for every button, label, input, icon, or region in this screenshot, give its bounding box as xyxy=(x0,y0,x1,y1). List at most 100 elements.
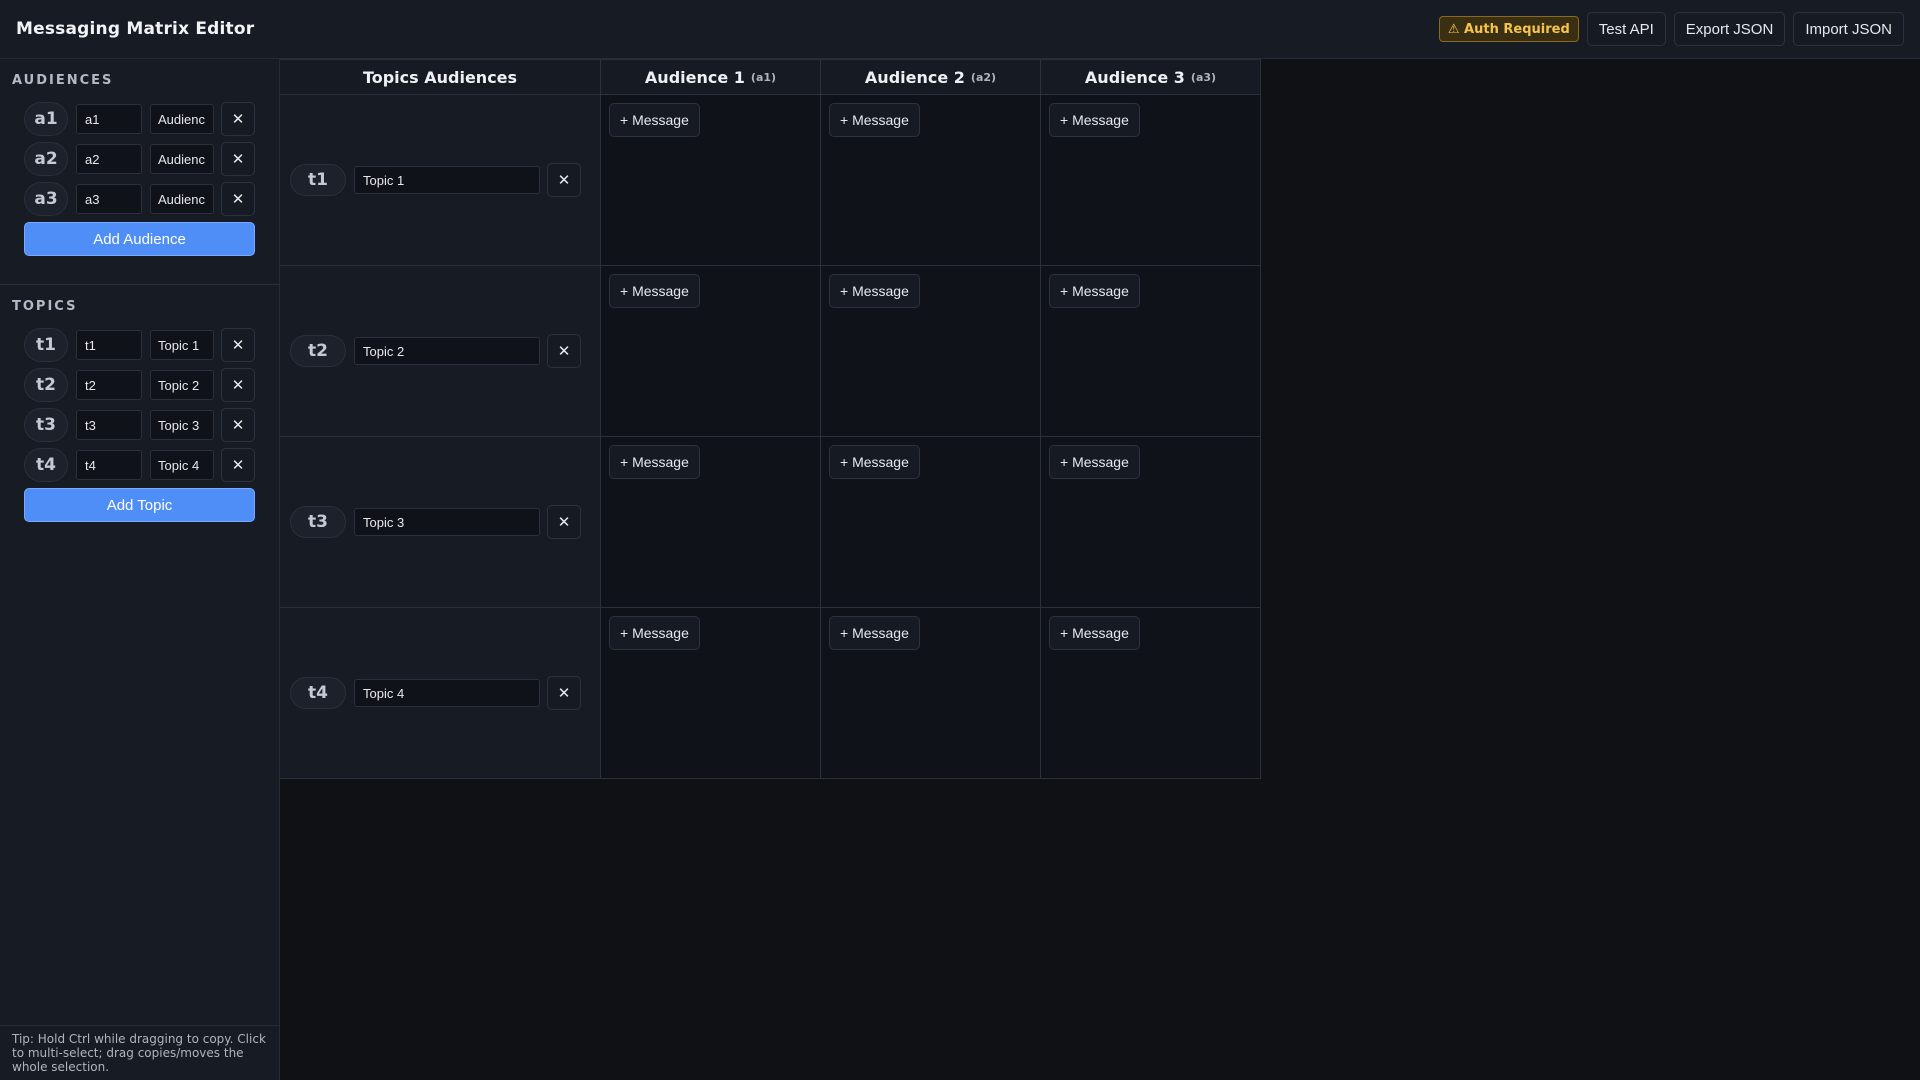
topic-id-input[interactable]: t1 xyxy=(76,330,142,360)
matrix-cell[interactable]: + Message xyxy=(1040,607,1260,778)
topic-chip[interactable]: t1 xyxy=(290,164,346,196)
matrix-cell[interactable]: + Message xyxy=(600,265,820,436)
add-message-button[interactable]: + Message xyxy=(829,103,920,137)
audiences-title: AUDIENCES xyxy=(12,73,114,88)
add-message-button[interactable]: + Message xyxy=(1049,445,1140,479)
remove-topic-button[interactable]: ✕ xyxy=(221,408,255,442)
topic-name-input[interactable]: Topic 1 xyxy=(150,330,214,360)
remove-topic-button[interactable]: ✕ xyxy=(221,328,255,362)
topic-name-input[interactable]: Topic 3 xyxy=(354,508,540,536)
topic-chip[interactable]: t3 xyxy=(290,506,346,538)
remove-topic-button[interactable]: ✕ xyxy=(547,163,581,197)
add-message-button[interactable]: + Message xyxy=(1049,103,1140,137)
topic-id-input[interactable]: t4 xyxy=(76,450,142,480)
audience-name-input[interactable]: Audienc xyxy=(150,144,214,174)
auth-required-badge[interactable]: ⚠ Auth Required xyxy=(1438,16,1579,42)
audience-id-input[interactable]: a3 xyxy=(76,184,142,214)
top-bar: Messaging Matrix Editor ⚠ Auth Required … xyxy=(0,0,1920,59)
add-message-button[interactable]: + Message xyxy=(829,616,920,650)
add-message-button[interactable]: + Message xyxy=(1049,616,1140,650)
topic-name-input[interactable]: Topic 3 xyxy=(150,410,214,440)
remove-audience-button[interactable]: ✕ xyxy=(221,142,255,176)
audience-column-header: Audience 1 (a1) xyxy=(600,59,820,94)
audience-chip[interactable]: a2 xyxy=(24,142,68,176)
topics-section: TOPICS t1 t1 Topic 1 ✕ t2 t2 Topic 2 ✕ t3 t3 Topic… xyxy=(0,285,279,522)
add-message-button[interactable]: + Message xyxy=(609,445,700,479)
topic-chip[interactable]: t1 xyxy=(24,328,68,362)
topic-row: t2 t2 Topic 2 ✕ xyxy=(12,368,267,402)
topic-chip[interactable]: t2 xyxy=(24,368,68,402)
topic-name-input[interactable]: Topic 2 xyxy=(354,337,540,365)
remove-topic-button[interactable]: ✕ xyxy=(221,368,255,402)
topic-chip[interactable]: t2 xyxy=(290,335,346,367)
audience-column-code: (a1) xyxy=(750,70,777,84)
add-message-button[interactable]: + Message xyxy=(829,445,920,479)
audience-name-input[interactable]: Audienc xyxy=(150,104,214,134)
audience-column-code: (a2) xyxy=(970,70,997,84)
matrix-cell[interactable]: + Message xyxy=(600,436,820,607)
export-json-button[interactable]: Export JSON xyxy=(1673,12,1786,46)
app-title: Messaging Matrix Editor xyxy=(16,19,255,39)
topic-chip[interactable]: t4 xyxy=(24,448,68,482)
audience-column-label: Audience 3 xyxy=(1084,67,1185,87)
add-audience-button[interactable]: Add Audience xyxy=(24,222,255,256)
topic-id-input[interactable]: t3 xyxy=(76,410,142,440)
topic-id-input[interactable]: t2 xyxy=(76,370,142,400)
topic-chip[interactable]: t4 xyxy=(290,677,346,709)
remove-topic-button[interactable]: ✕ xyxy=(221,448,255,482)
matrix-grid: Topics Audiences Audience 1 (a1) Audience 2… xyxy=(280,59,1261,779)
top-actions: ⚠ Auth Required Test API Export JSON Imp… xyxy=(1438,12,1904,46)
matrix-cell[interactable]: + Message xyxy=(1040,436,1260,607)
audience-column-header: Audience 2 (a2) xyxy=(820,59,1040,94)
topic-row-header: t1 Topic 1 ✕ xyxy=(280,94,600,265)
matrix-cell[interactable]: + Message xyxy=(820,94,1040,265)
remove-topic-button[interactable]: ✕ xyxy=(547,505,581,539)
audience-chip[interactable]: a3 xyxy=(24,182,68,216)
add-topic-button[interactable]: Add Topic xyxy=(24,488,255,522)
topic-name-input[interactable]: Topic 2 xyxy=(150,370,214,400)
remove-topic-button[interactable]: ✕ xyxy=(547,334,581,368)
add-message-button[interactable]: + Message xyxy=(609,616,700,650)
remove-audience-button[interactable]: ✕ xyxy=(221,182,255,216)
topic-name-input[interactable]: Topic 4 xyxy=(150,450,214,480)
audience-row: a3 a3 Audienc ✕ xyxy=(12,182,267,216)
matrix-cell[interactable]: + Message xyxy=(600,94,820,265)
topic-row: t4 t4 Topic 4 ✕ xyxy=(12,448,267,482)
matrix-cell[interactable]: + Message xyxy=(820,436,1040,607)
remove-topic-button[interactable]: ✕ xyxy=(547,676,581,710)
matrix-area: Topics Audiences Audience 1 (a1) Audience 2… xyxy=(280,59,1261,779)
topic-row-header: t4 Topic 4 ✕ xyxy=(280,607,600,778)
audience-row: a1 a1 Audienc ✕ xyxy=(12,102,267,136)
audience-column-code: (a3) xyxy=(1190,70,1217,84)
topic-name-input[interactable]: Topic 4 xyxy=(354,679,540,707)
audiences-section: AUDIENCES a1 a1 Audienc ✕ a2 a2 Audienc ✕ a3 a3 Au… xyxy=(0,59,279,256)
topic-chip[interactable]: t3 xyxy=(24,408,68,442)
topic-name-input[interactable]: Topic 1 xyxy=(354,166,540,194)
topic-row: t1 t1 Topic 1 ✕ xyxy=(12,328,267,362)
matrix-cell[interactable]: + Message xyxy=(600,607,820,778)
add-message-button[interactable]: + Message xyxy=(829,274,920,308)
audience-chip[interactable]: a1 xyxy=(24,102,68,136)
matrix-corner-header: Topics Audiences xyxy=(280,59,600,94)
matrix-cell[interactable]: + Message xyxy=(820,265,1040,436)
audience-column-label: Audience 1 xyxy=(644,67,745,87)
matrix-cell[interactable]: + Message xyxy=(820,607,1040,778)
add-message-button[interactable]: + Message xyxy=(609,274,700,308)
matrix-cell[interactable]: + Message xyxy=(1040,94,1260,265)
matrix-cell[interactable]: + Message xyxy=(1040,265,1260,436)
add-message-button[interactable]: + Message xyxy=(609,103,700,137)
topic-row: t3 t3 Topic 3 ✕ xyxy=(12,408,267,442)
audience-id-input[interactable]: a2 xyxy=(76,144,142,174)
audience-column-label: Audience 2 xyxy=(864,67,965,87)
import-json-button[interactable]: Import JSON xyxy=(1793,12,1904,46)
remove-audience-button[interactable]: ✕ xyxy=(221,102,255,136)
add-message-button[interactable]: + Message xyxy=(1049,274,1140,308)
topic-row-header: t2 Topic 2 ✕ xyxy=(280,265,600,436)
audience-column-header: Audience 3 (a3) xyxy=(1040,59,1260,94)
tip-text: Tip: Hold Ctrl while dragging to copy. C… xyxy=(0,1025,279,1080)
test-api-button[interactable]: Test API xyxy=(1586,12,1666,46)
audience-id-input[interactable]: a1 xyxy=(76,104,142,134)
audience-name-input[interactable]: Audienc xyxy=(150,184,214,214)
topics-title: TOPICS xyxy=(12,299,78,314)
topic-row-header: t3 Topic 3 ✕ xyxy=(280,436,600,607)
